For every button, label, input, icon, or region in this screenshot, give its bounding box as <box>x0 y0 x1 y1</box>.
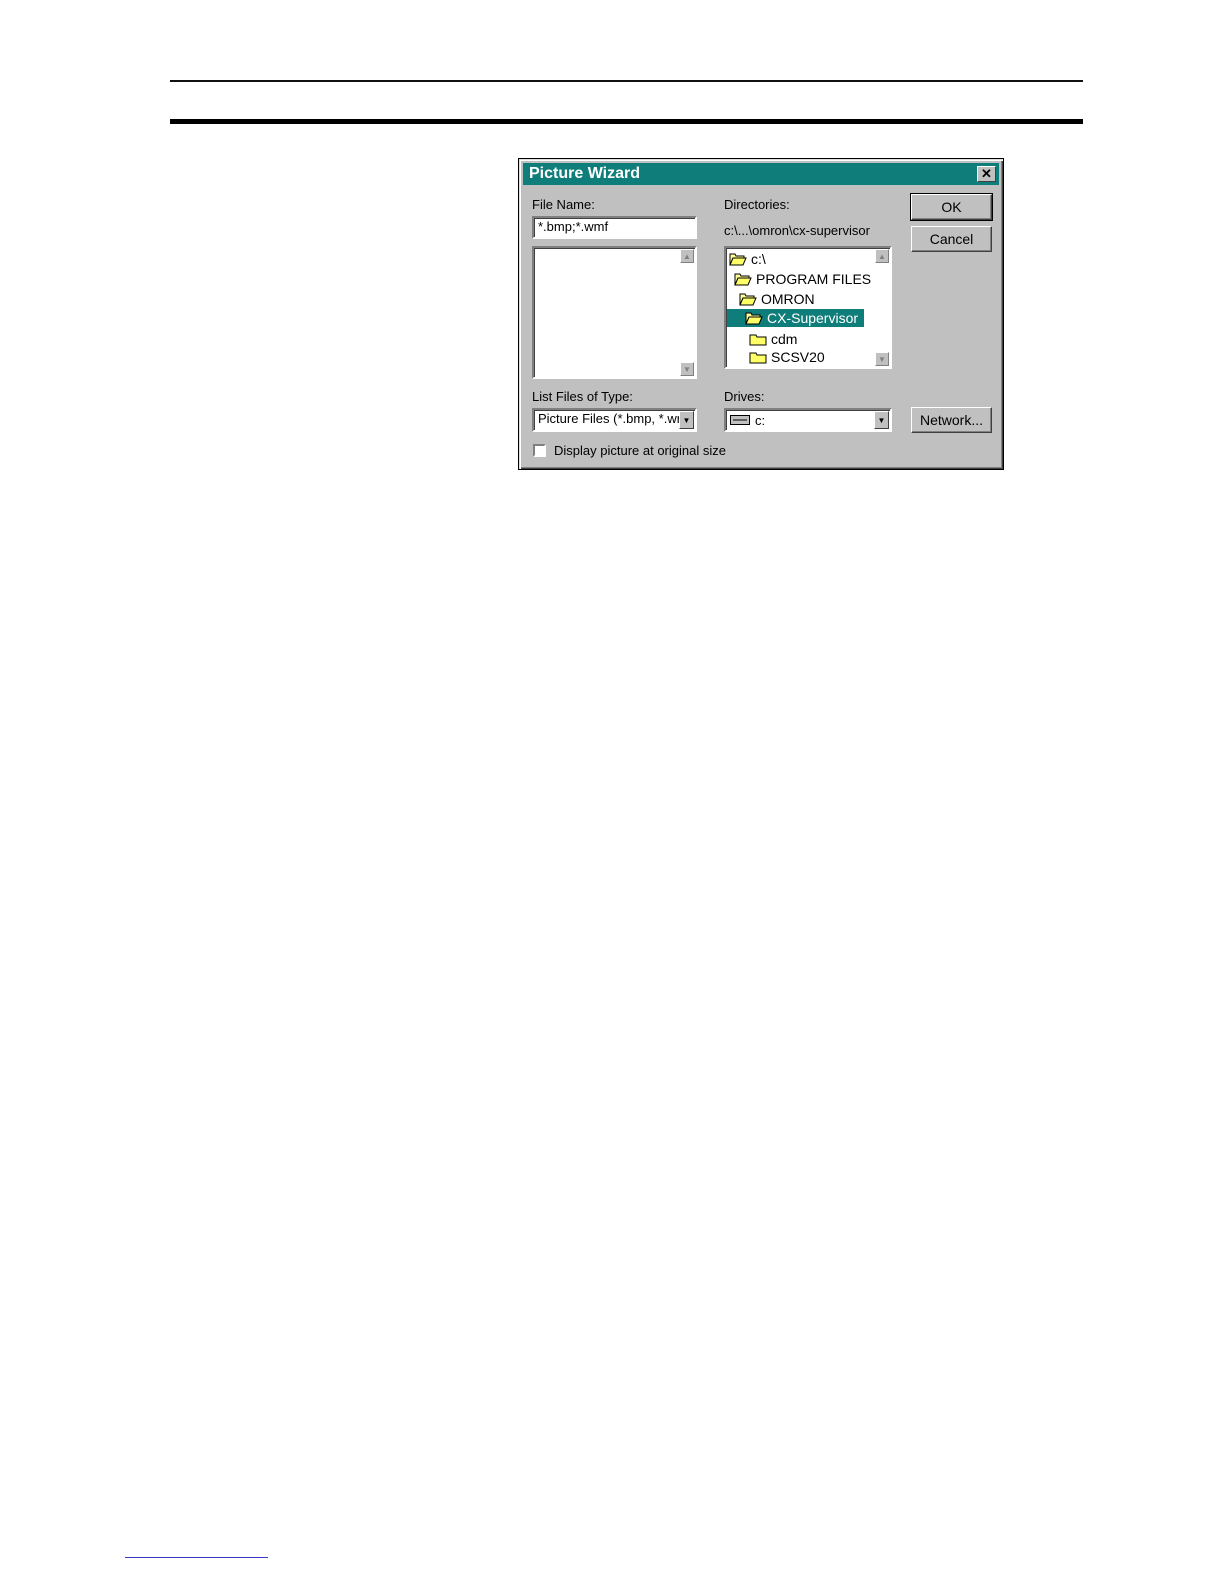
directory-item[interactable]: SCSV20 <box>749 348 825 366</box>
original-size-label: Display picture at original size <box>554 443 726 458</box>
open-folder-icon <box>729 253 747 266</box>
directory-item[interactable]: c:\ <box>729 250 766 268</box>
directory-label: SCSV20 <box>771 349 825 365</box>
directory-list-scrollbar[interactable]: ▲ ▼ <box>875 249 889 366</box>
directory-item[interactable]: PROGRAM FILES <box>734 270 871 288</box>
network-button[interactable]: Network... <box>911 407 992 433</box>
scroll-down-arrow-icon[interactable]: ▼ <box>875 352 889 366</box>
close-icon: ✕ <box>981 166 992 181</box>
directory-label: PROGRAM FILES <box>756 271 872 287</box>
header-rule-thin <box>170 80 1083 82</box>
directory-label: CX-Supervisor <box>767 310 859 326</box>
file-type-select[interactable]: Picture Files (*.bmp, *.wr ▼ <box>532 408 697 432</box>
folder-icon <box>749 334 767 346</box>
drive-select[interactable]: c: ▼ <box>724 408 892 432</box>
original-size-checkbox[interactable] <box>533 444 546 457</box>
file-name-label: File Name: <box>532 197 595 212</box>
dialog-title: Picture Wizard <box>529 165 640 182</box>
scroll-up-arrow-icon[interactable]: ▲ <box>680 249 694 263</box>
ok-button[interactable]: OK <box>910 193 993 221</box>
open-folder-icon <box>745 312 763 325</box>
picture-wizard-dialog: Picture Wizard ✕ File Name: *.bmp;*.wmf … <box>518 158 1004 470</box>
directory-label: OMRON <box>761 291 815 307</box>
chevron-down-icon[interactable]: ▼ <box>874 411 889 429</box>
directory-item[interactable]: OMRON <box>739 290 815 308</box>
directory-list[interactable]: c:\ PROGRAM FILES OMRON CX-Supervisor cd… <box>724 246 892 369</box>
current-path: c:\...\omron\cx-supervisor <box>724 223 870 238</box>
scroll-up-arrow-icon[interactable]: ▲ <box>875 249 889 263</box>
header-rule-thick <box>170 119 1083 124</box>
open-folder-icon <box>734 273 752 286</box>
folder-icon <box>749 352 767 364</box>
file-name-input[interactable]: *.bmp;*.wmf <box>532 216 697 239</box>
footer-link-underline <box>125 1557 268 1558</box>
chevron-down-icon[interactable]: ▼ <box>679 411 694 429</box>
directory-item[interactable]: cdm <box>749 330 797 348</box>
file-list[interactable]: ▲ ▼ <box>532 246 697 379</box>
drives-label: Drives: <box>724 389 765 404</box>
close-button[interactable]: ✕ <box>977 166 996 182</box>
list-files-type-label: List Files of Type: <box>532 389 633 404</box>
drive-value: c: <box>755 412 766 428</box>
directory-label: c:\ <box>751 251 766 267</box>
file-list-scrollbar[interactable]: ▲ ▼ <box>680 249 694 376</box>
file-type-value: Picture Files (*.bmp, *.wr <box>538 411 682 426</box>
drive-icon <box>730 415 750 425</box>
open-folder-icon <box>739 293 757 306</box>
directory-label: cdm <box>771 331 798 347</box>
title-bar[interactable]: Picture Wizard ✕ <box>523 163 999 185</box>
cancel-button[interactable]: Cancel <box>911 226 992 252</box>
directories-label: Directories: <box>724 197 790 212</box>
directory-item-selected[interactable]: CX-Supervisor <box>727 309 865 327</box>
scroll-down-arrow-icon[interactable]: ▼ <box>680 362 694 376</box>
